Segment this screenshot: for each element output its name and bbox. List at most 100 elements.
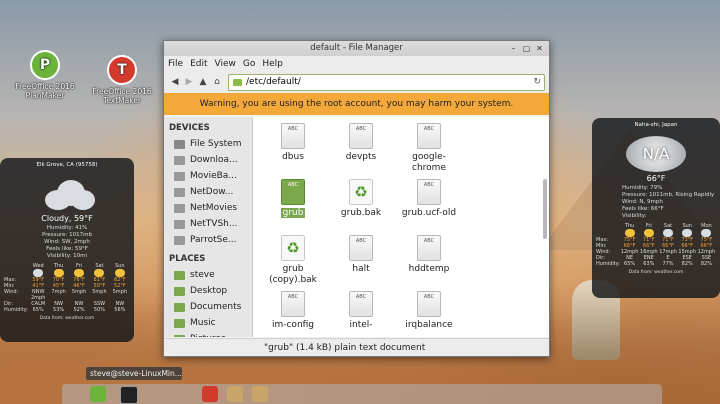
file-item[interactable]: ABC devpts — [331, 123, 391, 163]
weather-widget-left[interactable]: Elk Grove, CA (95758) Cloudy, 59°F Humid… — [0, 158, 134, 342]
up-icon[interactable]: ▲ — [196, 77, 210, 87]
file-item[interactable]: ABC grub.ucf-old — [399, 179, 459, 219]
text-file-icon: ABC — [281, 291, 305, 317]
file-name: hddtemp — [408, 264, 450, 274]
feels-like-text: Feels like: 66°F — [622, 206, 664, 212]
file-name: grub (copy).bak — [269, 264, 317, 285]
title-bar[interactable]: default - File Manager – ▢ ✕ — [164, 41, 549, 56]
visibility-text: Visibility: 10mi — [46, 253, 88, 259]
drive-icon — [174, 155, 185, 165]
sidebar-item-label: Music — [190, 318, 216, 328]
sidebar-item[interactable]: steve — [164, 267, 252, 283]
maximize-icon[interactable]: ▢ — [521, 43, 532, 54]
reload-icon[interactable]: ↻ — [533, 77, 541, 87]
forecast-value: 65% — [32, 307, 44, 313]
desktop-icon-label: TextMaker — [102, 96, 141, 105]
sun-icon — [624, 229, 635, 237]
bottom-panel — [62, 384, 662, 404]
file-item[interactable]: ABC hddtemp — [399, 235, 459, 275]
sidebar-item[interactable]: Pictures — [164, 331, 252, 337]
file-item[interactable]: ABC halt — [331, 235, 391, 275]
sidebar-item-label: Documents — [190, 302, 242, 312]
drive-icon — [174, 219, 185, 229]
pressure-text: Pressure: 1011mb, Rising Rapidly — [622, 192, 715, 198]
menu-view[interactable]: View — [215, 59, 236, 69]
weather-condition: Cloudy, 59°F — [41, 214, 93, 223]
sidebar-item-label: Pictures — [190, 334, 226, 337]
forward-icon[interactable]: ▶ — [182, 77, 196, 87]
wind-text: Wind: SW, 2mph — [44, 239, 90, 245]
feels-like-text: Feels like: 59°F — [46, 246, 88, 252]
weather-details: Humidity: 79% Pressure: 1011mb, Rising R… — [592, 185, 720, 220]
file-item[interactable]: ABC irqbalance — [399, 291, 459, 331]
sidebar-item[interactable]: Documents — [164, 299, 252, 315]
terminal-window-button[interactable]: steve@steve-LinuxMin... — [86, 367, 182, 380]
sidebar-item-label: NetTVSh... — [190, 219, 238, 229]
close-icon[interactable]: ✕ — [534, 43, 545, 54]
root-warning-banner: Warning, you are using the root account,… — [164, 93, 549, 115]
file-manager-window[interactable]: default - File Manager – ▢ ✕ File Edit V… — [163, 40, 550, 357]
sidebar-item[interactable]: File System — [164, 136, 252, 152]
file-item[interactable]: ABC google-chrome — [399, 123, 459, 174]
rain-icon — [682, 229, 693, 237]
forecast-value: 65% — [624, 261, 636, 267]
file-item[interactable]: ABC im-config — [263, 291, 323, 331]
file-item[interactable]: ♻ grub (copy).bak — [263, 235, 323, 286]
home-icon — [174, 270, 185, 280]
menu-file[interactable]: File — [168, 59, 183, 69]
sidebar-item[interactable]: MovieBa... — [164, 168, 252, 184]
rain-icon — [701, 229, 712, 237]
sidebar-item[interactable]: Desktop — [164, 283, 252, 299]
text-file-icon: ABC — [349, 123, 373, 149]
home-icon[interactable]: ⌂ — [210, 77, 224, 87]
text-file-icon: ABC — [417, 179, 441, 205]
menu-edit[interactable]: Edit — [190, 59, 207, 69]
sidebar-item[interactable]: ParrotSe... — [164, 232, 252, 248]
forecast-row: Wind: NNW 2mph 7mph 5mph 5mph 5mph — [0, 289, 134, 301]
menu-help[interactable]: Help — [262, 59, 283, 69]
file-name: im-config — [271, 320, 315, 330]
file-item[interactable]: ABC intel- — [331, 291, 391, 331]
desktop-icon-textmaker[interactable]: T FreeOffice 2016 TextMaker — [77, 55, 167, 105]
textmaker-icon: T — [107, 55, 137, 85]
drive-icon — [174, 139, 185, 149]
file-name: halt — [352, 264, 370, 274]
app-icon[interactable] — [202, 386, 218, 402]
text-file-icon: ABC — [417, 123, 441, 149]
forecast-value: 53% — [53, 307, 65, 313]
forecast-row-label: Humidity: — [596, 261, 620, 267]
navigation-bar: ◀ ▶ ▲ ⌂ /etc/default/ ↻ — [164, 71, 549, 93]
file-name: devpts — [345, 152, 377, 162]
desktop-icon-label: FreeOffice 2016 — [92, 87, 152, 96]
app-icon[interactable] — [227, 386, 243, 402]
sidebar-item[interactable]: Downloa... — [164, 152, 252, 168]
file-item[interactable]: ABC grub — [263, 179, 323, 219]
address-bar[interactable]: /etc/default/ ↻ — [228, 73, 545, 91]
places-header: PLACES — [169, 254, 206, 264]
file-name: grub.ucf-old — [401, 208, 457, 218]
file-view[interactable]: ABC dbus ABC devpts ABC google-chrome ABC grub ♻… — [253, 117, 549, 337]
minimize-icon[interactable]: – — [508, 43, 519, 54]
forecast-value: 5mph — [71, 289, 87, 295]
app-icon[interactable] — [252, 386, 268, 402]
sidebar-item[interactable]: NetTVSh... — [164, 216, 252, 232]
file-item[interactable]: ABC dbus — [263, 123, 323, 163]
back-icon[interactable]: ◀ — [168, 77, 182, 87]
file-item[interactable]: ♻ grub.bak — [331, 179, 391, 219]
app-launcher-icon[interactable] — [90, 386, 106, 402]
scrollbar[interactable] — [543, 179, 547, 239]
forecast-row: Humidity: 65% 63% 77% 82% 82% — [592, 261, 720, 267]
sidebar-item[interactable]: Music — [164, 315, 252, 331]
text-file-icon: ABC — [349, 235, 373, 261]
text-file-icon: ABC — [417, 291, 441, 317]
weather-widget-right[interactable]: Naha-shi, Japan N/A 66°F Humidity: 79% P… — [592, 118, 720, 298]
folder-icon — [174, 334, 185, 337]
devices-header: DEVICES — [169, 123, 210, 133]
sidebar-item[interactable]: NetDow... — [164, 184, 252, 200]
drive-icon — [174, 171, 185, 181]
terminal-icon[interactable] — [120, 386, 138, 404]
forecast-icons — [592, 229, 720, 237]
menu-go[interactable]: Go — [243, 59, 255, 69]
sidebar-item[interactable]: NetMovies — [164, 200, 252, 216]
planmaker-icon: P — [30, 50, 60, 80]
